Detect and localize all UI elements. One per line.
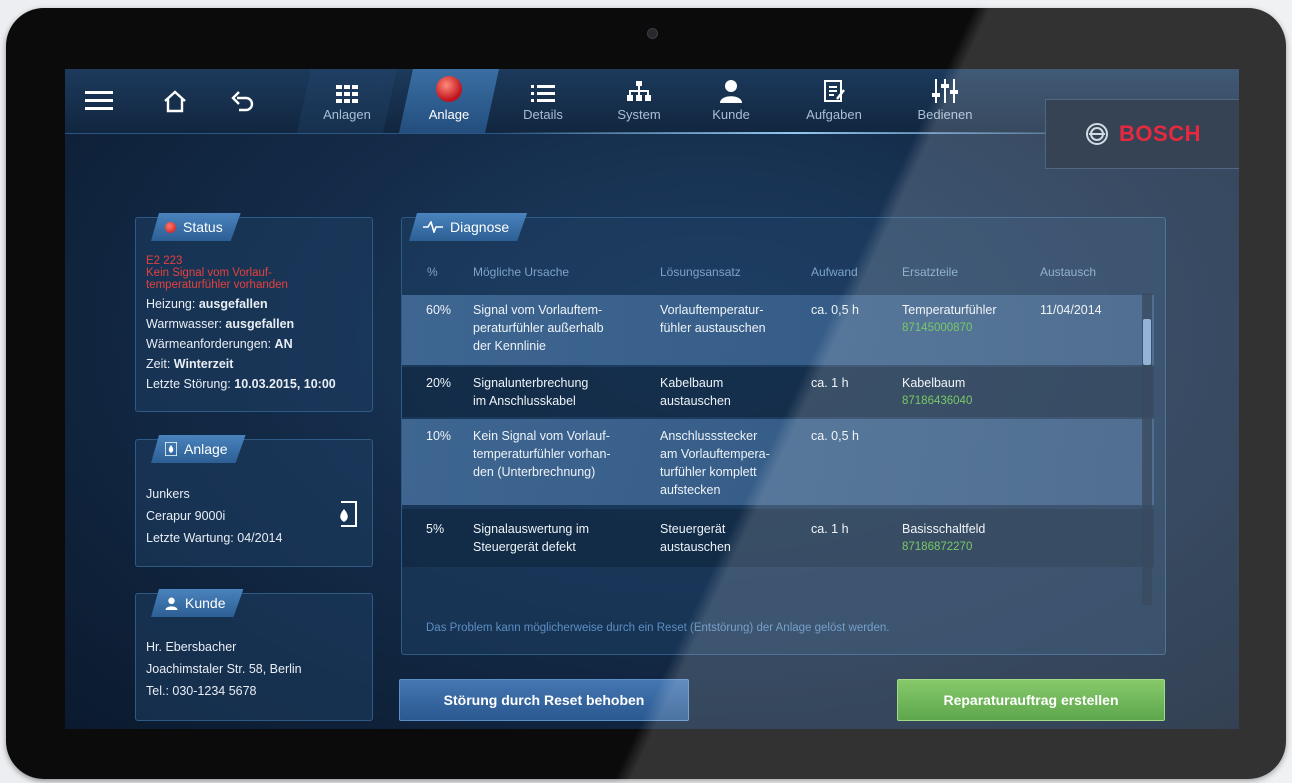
hierarchy-icon bbox=[626, 69, 652, 103]
camera-icon bbox=[647, 28, 658, 39]
row-percent: 60% bbox=[426, 303, 452, 317]
column-header-exchange: Austausch bbox=[1040, 265, 1097, 279]
diagnose-panel-header: Diagnose bbox=[409, 213, 527, 241]
tab-label: System bbox=[617, 107, 661, 122]
error-message-line1: Kein Signal vom Vorlauf- bbox=[146, 267, 272, 279]
column-header-effort: Aufwand bbox=[811, 265, 858, 279]
row-percent: 10% bbox=[426, 429, 452, 443]
tab-label: Aufgaben bbox=[806, 107, 862, 122]
tablet-frame: Anlagen Anlage Details System Kunde Aufg… bbox=[6, 8, 1286, 779]
checklist-icon bbox=[823, 69, 845, 103]
anlage-last-maintenance: Letzte Wartung: 04/2014 bbox=[146, 531, 283, 545]
tab-details[interactable]: Details bbox=[501, 69, 585, 133]
red-status-dot-icon bbox=[435, 69, 463, 103]
row-percent: 20% bbox=[426, 376, 452, 390]
reset-resolved-button[interactable]: Störung durch Reset behoben bbox=[399, 679, 689, 721]
list-icon bbox=[531, 69, 555, 103]
error-code: E2 223 bbox=[146, 255, 183, 267]
column-header-percent: % bbox=[427, 265, 438, 279]
column-header-parts: Ersatzteile bbox=[902, 265, 959, 279]
sliders-icon bbox=[932, 69, 958, 103]
tab-label: Details bbox=[523, 107, 563, 122]
status-heizung: Heizung: ausgefallen bbox=[146, 297, 268, 311]
tab-anlage[interactable]: Anlage bbox=[399, 69, 499, 133]
customer-address: Joachimstaler Str. 58, Berlin bbox=[146, 662, 302, 676]
column-header-cause: Mögliche Ursache bbox=[473, 265, 570, 279]
row-cause: Kein Signal vom Vorlauf-temperaturfühler… bbox=[473, 429, 611, 479]
row-percent: 5% bbox=[426, 522, 445, 536]
anlage-content: Junkers Cerapur 9000i Letzte Wartung: 04… bbox=[146, 483, 282, 549]
boiler-icon bbox=[335, 501, 357, 532]
error-message-line2: temperaturfühler vorhanden bbox=[146, 279, 288, 291]
row-solution: Anschlussstecker am Vorlauftempera-turfüh… bbox=[660, 429, 770, 497]
status-content: E2 223 Kein Signal vom Vorlauf- temperat… bbox=[146, 255, 336, 394]
anlage-manufacturer: Junkers bbox=[146, 487, 190, 501]
tab-kunde[interactable]: Kunde bbox=[689, 69, 773, 133]
row-part: Basisschaltfeld 87186872270 bbox=[902, 522, 986, 553]
row-cause: Signalunterbrechung im Anschlusskabel bbox=[473, 376, 589, 408]
user-icon bbox=[165, 597, 178, 610]
row-cause: Signalauswertung im Steuergerät defekt bbox=[473, 522, 590, 554]
kunde-panel-header: Kunde bbox=[151, 589, 243, 617]
heartbeat-icon bbox=[423, 221, 443, 233]
row-effort: ca. 0,5 h bbox=[811, 429, 859, 443]
table-row[interactable]: 20% Signalunterbrechung im Anschlusskabel… bbox=[402, 367, 1154, 417]
row-exchange: 11/04/2014 bbox=[1040, 303, 1102, 317]
tab-system[interactable]: System bbox=[595, 69, 683, 133]
anlage-panel-header: Anlage bbox=[151, 435, 246, 463]
column-header-solution: Lösungsansatz bbox=[660, 265, 741, 279]
brand-name: BOSCH bbox=[1119, 121, 1201, 146]
tab-label: Anlagen bbox=[323, 107, 371, 122]
screen: Anlagen Anlage Details System Kunde Aufg… bbox=[65, 69, 1239, 729]
anlage-model: Cerapur 9000i bbox=[146, 509, 226, 523]
status-title: Status bbox=[183, 219, 223, 235]
status-dot-icon bbox=[165, 222, 176, 233]
row-solution: Steuergerät austauschen bbox=[660, 522, 731, 554]
bosch-logo: BOSCH bbox=[1045, 99, 1239, 169]
reset-hint: Das Problem kann möglicherweise durch ei… bbox=[426, 622, 890, 634]
kunde-content: Hr. Ebersbacher Joachimstaler Str. 58, B… bbox=[146, 636, 302, 702]
tab-anlagen[interactable]: Anlagen bbox=[297, 69, 397, 133]
table-row[interactable]: 5% Signalauswertung im Steuergerät defekt… bbox=[402, 509, 1154, 567]
tab-aufgaben[interactable]: Aufgaben bbox=[789, 69, 879, 133]
row-part: Temperaturfühler 87145000870 bbox=[902, 303, 997, 334]
status-waermeanforderungen: Wärmeanforderungen: AN bbox=[146, 337, 293, 351]
status-warmwasser: Warmwasser: ausgefallen bbox=[146, 317, 295, 331]
row-part: Kabelbaum 87186436040 bbox=[902, 376, 973, 407]
tab-label: Kunde bbox=[712, 107, 750, 122]
scrollbar-thumb[interactable] bbox=[1143, 319, 1151, 365]
back-icon[interactable] bbox=[225, 83, 261, 119]
row-cause: Signal vom Vorlauftem-peraturfühler auße… bbox=[473, 303, 604, 353]
create-repair-order-button[interactable]: Reparaturauftrag erstellen bbox=[897, 679, 1165, 721]
row-solution: Vorlauftemperatur-fühler austauschen bbox=[660, 303, 766, 335]
row-solution: Kabelbaum austauschen bbox=[660, 376, 731, 408]
table-row[interactable]: 60% Signal vom Vorlauftem-peraturfühler … bbox=[402, 295, 1154, 365]
customer-phone: Tel.: 030-1234 5678 bbox=[146, 684, 257, 698]
tab-bedienen[interactable]: Bedienen bbox=[895, 69, 995, 133]
row-effort: ca. 1 h bbox=[811, 522, 849, 536]
diagnose-title: Diagnose bbox=[450, 219, 510, 235]
home-icon[interactable] bbox=[157, 83, 193, 119]
hamburger-menu-icon[interactable] bbox=[81, 83, 117, 119]
row-effort: ca. 1 h bbox=[811, 376, 849, 390]
tab-label: Bedienen bbox=[917, 107, 973, 122]
user-icon bbox=[719, 69, 743, 103]
customer-name: Hr. Ebersbacher bbox=[146, 640, 237, 654]
grid-list-icon bbox=[336, 69, 358, 103]
status-letzte-stoerung: Letzte Störung: 10.03.2015, 10:00 bbox=[146, 377, 336, 391]
row-effort: ca. 0,5 h bbox=[811, 303, 859, 317]
bosch-armature-icon bbox=[1086, 123, 1109, 145]
status-panel-header: Status bbox=[151, 213, 241, 241]
table-row[interactable]: 10% Kein Signal vom Vorlauf-temperaturfü… bbox=[402, 419, 1154, 505]
status-zeit: Zeit: Winterzeit bbox=[146, 357, 234, 371]
tab-label: Anlage bbox=[428, 107, 470, 122]
kunde-title: Kunde bbox=[185, 595, 226, 611]
water-drop-icon bbox=[165, 442, 177, 456]
anlage-title: Anlage bbox=[184, 441, 228, 457]
